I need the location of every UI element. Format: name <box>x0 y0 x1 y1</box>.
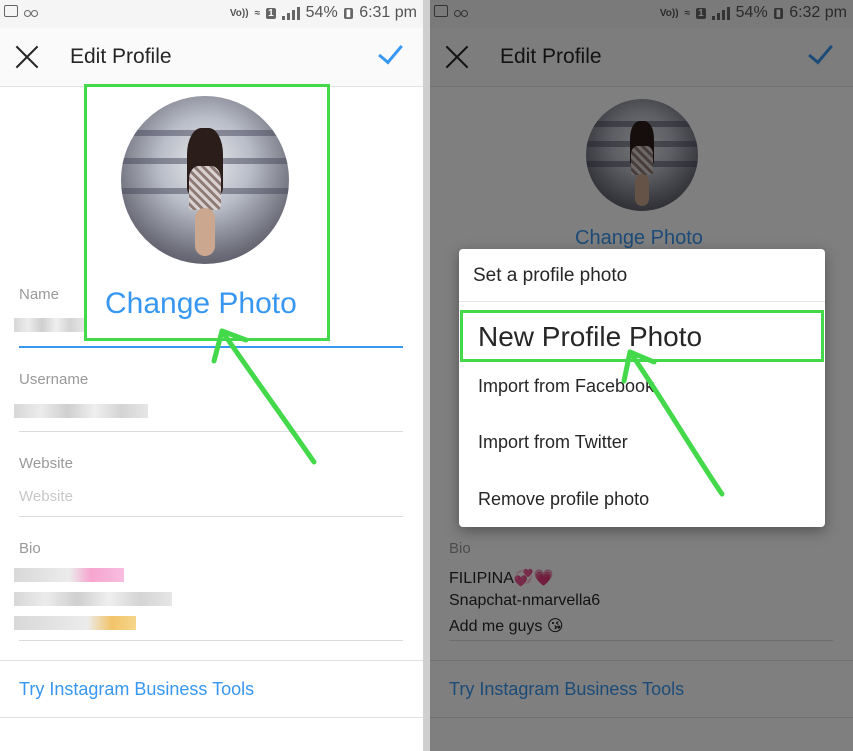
app-bar: Edit Profile <box>0 28 423 87</box>
change-photo-button[interactable]: Change Photo <box>105 287 297 321</box>
profile-photo-dialog: Set a profile photo New Profile Photo Im… <box>459 249 825 527</box>
checkmark-icon[interactable] <box>379 42 405 64</box>
username-label: Username <box>19 371 89 388</box>
dialog-divider <box>459 301 825 302</box>
divider <box>0 660 423 661</box>
username-value-redacted[interactable] <box>14 404 148 418</box>
gallery-icon <box>4 5 18 17</box>
signal-icon <box>281 6 300 20</box>
right-screen: Vo)) ≈ 1 54% ▮ 6:32 pm Edit Profile Chan… <box>430 0 853 751</box>
page-title: Edit Profile <box>70 45 172 68</box>
remove-photo-option[interactable]: Remove profile photo <box>478 489 649 510</box>
divider <box>0 717 423 718</box>
left-screen: Vo)) ≈ 1 54% ▮ 6:31 pm Edit Profile Chan… <box>0 0 423 751</box>
new-photo-highlight <box>460 310 824 362</box>
name-field-underline <box>19 346 403 348</box>
battery-icon: ▮ <box>343 7 354 19</box>
name-label: Name <box>19 286 60 303</box>
bio-line-3-redacted[interactable] <box>14 616 136 630</box>
dialog-title: Set a profile photo <box>473 265 628 286</box>
bio-line-2-redacted[interactable] <box>14 592 172 606</box>
bio-label: Bio <box>19 540 41 557</box>
name-value-redacted[interactable] <box>14 318 84 332</box>
website-field-underline <box>19 516 403 517</box>
website-label: Website <box>19 455 73 472</box>
volte-icon: Vo)) <box>229 7 249 19</box>
status-time: 6:31 pm <box>359 4 417 21</box>
bio-line-1-redacted[interactable] <box>14 568 124 582</box>
bio-field-underline <box>19 640 403 641</box>
battery-percent: 54% <box>305 4 338 21</box>
website-input[interactable]: Website <box>19 488 73 505</box>
sim-icon: 1 <box>266 7 276 19</box>
close-icon[interactable] <box>14 44 40 70</box>
import-twitter-option[interactable]: Import from Twitter <box>478 432 628 453</box>
wifi-icon: ≈ <box>254 7 261 19</box>
incognito-icon <box>24 5 38 17</box>
import-facebook-option[interactable]: Import from Facebook <box>478 376 654 397</box>
business-tools-link[interactable]: Try Instagram Business Tools <box>19 679 254 700</box>
username-field-underline <box>19 431 403 432</box>
status-bar: Vo)) ≈ 1 54% ▮ 6:31 pm <box>0 0 423 28</box>
